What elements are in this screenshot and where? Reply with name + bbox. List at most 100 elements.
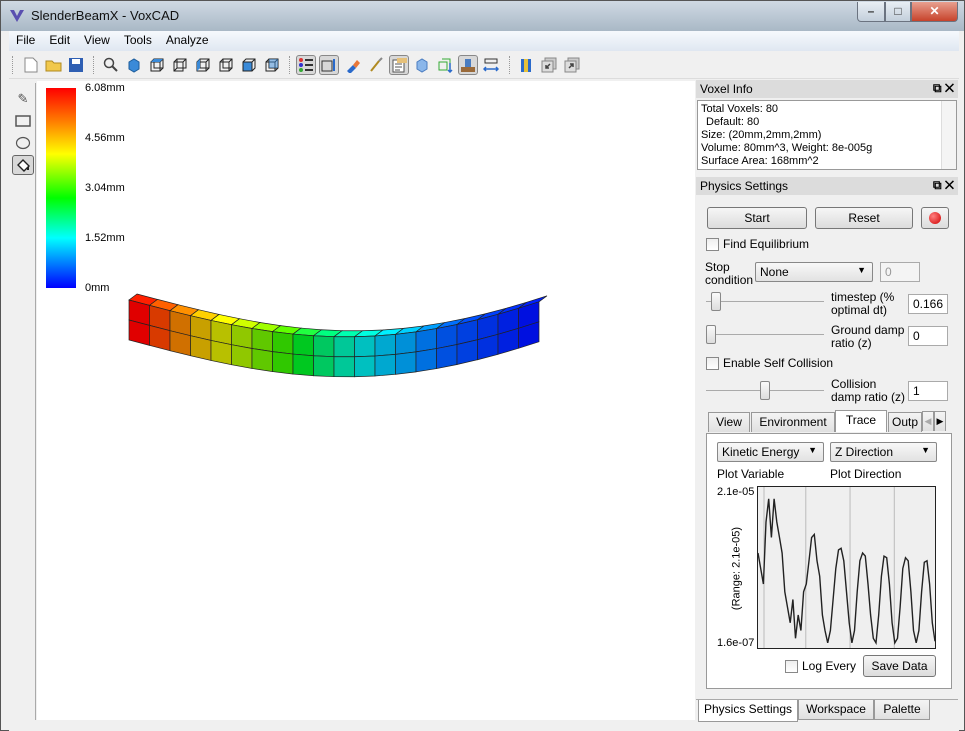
minimize-button[interactable]: – (857, 2, 885, 22)
collision-damp-slider[interactable] (706, 381, 824, 401)
voxel-side-face (272, 331, 294, 355)
voxel-side-face (354, 355, 376, 378)
tab-trace[interactable]: Trace (835, 410, 887, 432)
tab-environment[interactable]: Environment (751, 412, 835, 432)
slider-handle[interactable] (706, 325, 716, 344)
voxel-side-face (333, 336, 355, 358)
menu-file[interactable]: File (9, 31, 42, 49)
layer-list-icon[interactable] (296, 55, 316, 75)
tab-scroll-right-icon[interactable]: ▶ (934, 411, 946, 431)
record-button[interactable] (921, 207, 949, 229)
3d-viewport[interactable]: 6.08mm 4.56mm 3.04mm 1.52mm 0mm (37, 81, 695, 720)
dock-float-close-icons[interactable]: ⧉ ✕ (933, 81, 954, 96)
dock-tab-physics-settings[interactable]: Physics Settings (698, 700, 798, 722)
close-button[interactable]: ✕ (911, 2, 958, 22)
zoom-fit-icon[interactable] (101, 55, 121, 75)
timestep-input[interactable]: 0.166 (908, 294, 948, 314)
voxel-info-scrollbar[interactable] (941, 101, 956, 169)
import-icon[interactable] (539, 55, 559, 75)
voxcad-logo-icon (10, 10, 24, 22)
dock-tab-workspace[interactable]: Workspace (798, 700, 874, 720)
export-icon[interactable] (562, 55, 582, 75)
close-icon: ✕ (929, 4, 940, 18)
displacement-colorbar (46, 88, 76, 288)
voxel-info-line: Size: (20mm,2mm,2mm) (701, 129, 822, 141)
chevron-down-icon: ▼ (857, 265, 866, 275)
view-right-icon[interactable] (216, 55, 236, 75)
plot-direction-select[interactable]: Z Direction ▼ (830, 442, 937, 462)
log-every-checkbox[interactable] (785, 660, 798, 673)
dock-float-close-icons[interactable]: ⧉ ✕ (933, 178, 954, 193)
tab-scroll-left-icon[interactable]: ◀ (922, 411, 934, 431)
start-button[interactable]: Start (707, 207, 807, 229)
rectangle-icon[interactable] (12, 111, 34, 131)
timestep-slider[interactable] (706, 292, 824, 312)
menu-analyze[interactable]: Analyze (159, 31, 216, 49)
save-data-button[interactable]: Save Data (863, 655, 936, 677)
stop-condition-select[interactable]: None ▼ (755, 262, 873, 282)
voxel-icon[interactable] (412, 55, 432, 75)
brush-icon[interactable] (366, 55, 386, 75)
toolbar-separator (93, 56, 95, 74)
ground-damp-slider[interactable] (706, 325, 824, 345)
material-icon[interactable] (516, 55, 536, 75)
fill-bucket-icon[interactable] (12, 155, 34, 175)
physics-sandbox-icon[interactable] (458, 55, 478, 75)
tab-view[interactable]: View (708, 412, 750, 432)
voxel-side-face (251, 328, 273, 353)
voxel-info-line: Default: 80 (706, 116, 760, 128)
tab-output[interactable]: Outp (888, 412, 922, 432)
title-bar: SlenderBeamX - VoxCAD – □ ✕ (1, 1, 964, 31)
voxel-side-face (415, 328, 437, 353)
dock-tab-palette[interactable]: Palette (874, 700, 930, 720)
voxel-side-face (292, 333, 314, 357)
ground-damp-input[interactable]: 0 (908, 326, 948, 346)
toolbar-separator (289, 56, 291, 74)
colorbar-label: 4.56mm (85, 132, 125, 144)
maximize-button[interactable]: □ (885, 2, 911, 22)
find-equilibrium-checkbox[interactable] (706, 238, 719, 251)
view-bottom-icon[interactable] (170, 55, 190, 75)
reset-button[interactable]: Reset (815, 207, 913, 229)
menu-edit[interactable]: Edit (42, 31, 77, 49)
find-equilibrium-label: Find Equilibrium (723, 237, 810, 251)
voxel-beam[interactable] (127, 276, 567, 406)
pencil-icon[interactable]: ✎ (12, 89, 34, 109)
slider-handle[interactable] (760, 381, 770, 400)
chevron-down-icon: ▼ (808, 445, 817, 455)
voxel-info-line: Surface Area: 168mm^2 (701, 155, 819, 167)
ellipse-icon[interactable] (12, 133, 34, 153)
section-view-icon[interactable] (319, 55, 339, 75)
menu-view[interactable]: View (77, 31, 117, 49)
bounding-box-icon[interactable] (435, 55, 455, 75)
view-back-icon[interactable] (262, 55, 282, 75)
voxel-side-face (333, 356, 355, 378)
view-top-icon[interactable] (147, 55, 167, 75)
self-collision-label: Enable Self Collision (723, 356, 834, 370)
trace-pane: Kinetic Energy ▼ Z Direction ▼ Plot Variab… (706, 433, 952, 689)
log-every-label: Log Every (802, 659, 857, 673)
view-front-icon[interactable] (239, 55, 259, 75)
plot-variable-select[interactable]: Kinetic Energy ▼ (717, 442, 824, 462)
self-collision-checkbox[interactable] (706, 357, 719, 370)
drawing-tools-bar: ✎ (9, 83, 36, 723)
collision-damp-input[interactable]: 1 (908, 381, 948, 401)
trace-plot (757, 486, 936, 649)
plot-direction-label: Plot Direction (830, 467, 902, 481)
toolbar-grip[interactable] (12, 56, 14, 74)
view-perspective-icon[interactable] (124, 55, 144, 75)
voxel-info-text: Total Voxels: 80 Default: 80 Size: (20mm… (697, 100, 957, 170)
save-icon[interactable] (66, 55, 86, 75)
open-folder-icon[interactable] (44, 55, 64, 75)
view-left-icon[interactable] (193, 55, 213, 75)
properties-icon[interactable] (389, 55, 409, 75)
colorbar-label: 1.52mm (85, 232, 125, 244)
slider-handle[interactable] (711, 292, 722, 311)
new-file-icon[interactable] (21, 55, 41, 75)
stop-condition-value[interactable]: 0 (880, 262, 920, 282)
voxel-info-title: Voxel Info (700, 82, 753, 96)
menu-tools[interactable]: Tools (117, 31, 159, 49)
paint-icon[interactable] (343, 55, 363, 75)
app-window: SlenderBeamX - VoxCAD – □ ✕ File Edit View… (0, 0, 965, 731)
stretch-icon[interactable] (481, 55, 501, 75)
